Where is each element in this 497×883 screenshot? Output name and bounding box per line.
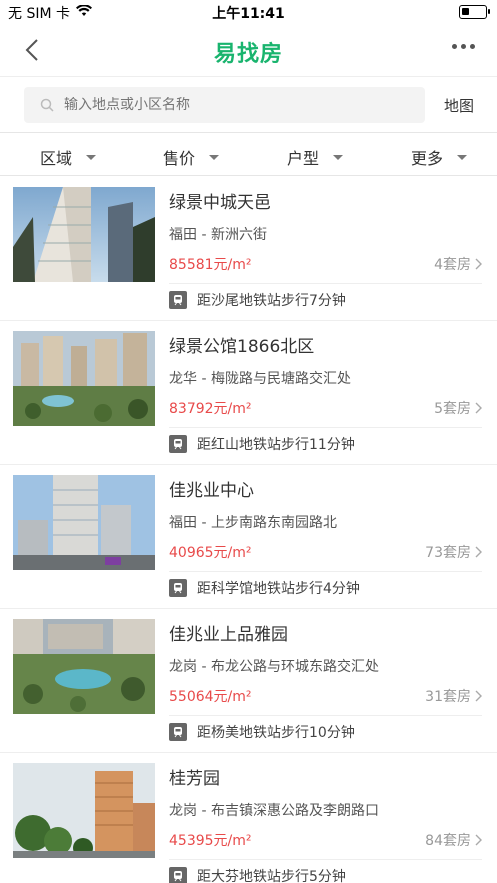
metro-text: 距沙尾地铁站步行7分钟: [197, 292, 346, 309]
caret-down-icon: [333, 154, 344, 160]
filter-area[interactable]: 区域: [40, 145, 97, 169]
filter-label: 售价: [163, 149, 196, 168]
listing-item[interactable]: 绿景中城天邑 福田 - 新洲六街 85581元/m² 4套房 距沙尾地铁站步行7…: [0, 177, 497, 321]
battery-icon: [459, 5, 490, 19]
metro-info: 距大芬地铁站步行5分钟: [169, 859, 482, 883]
listing-price: 83792元/m²: [169, 401, 252, 417]
metro-text: 距科学馆地铁站步行4分钟: [197, 580, 360, 597]
listing-title: 佳兆业中心: [169, 481, 254, 501]
search-icon: [40, 98, 54, 112]
listing-title: 绿景公馆1866北区: [169, 337, 315, 357]
status-time: 上午11:41: [212, 6, 285, 22]
metro-icon: [169, 434, 187, 453]
caret-down-icon: [457, 154, 468, 160]
filter-bar: 区域 售价 户型 更多: [0, 132, 497, 176]
listing-location: 龙岗 - 布龙公路与环城东路交汇处: [169, 659, 379, 675]
listing-count: 5套房: [434, 398, 483, 418]
app-title: 易找房: [213, 42, 283, 67]
listing-price: 85581元/m²: [169, 257, 252, 273]
listing-location: 龙岗 - 布吉镇深惠公路及李朗路口: [169, 803, 379, 819]
filter-layout[interactable]: 户型: [287, 145, 344, 169]
metro-info: 距沙尾地铁站步行7分钟: [169, 283, 482, 315]
listing-title: 绿景中城天邑: [169, 193, 271, 213]
listing-count: 84套房: [425, 830, 483, 850]
listing-photo: [13, 619, 155, 714]
metro-icon: [169, 866, 187, 883]
listing-location: 龙华 - 梅陇路与民塘路交汇处: [169, 371, 351, 387]
listing-photo: [13, 475, 155, 570]
nav-bar: 易找房: [0, 24, 497, 76]
filter-more[interactable]: 更多: [411, 145, 468, 169]
listing-photo: [13, 763, 155, 858]
listing-count: 31套房: [425, 686, 483, 706]
listing-count-text: 31套房: [425, 689, 471, 705]
listing-item[interactable]: 佳兆业上品雅园 龙岗 - 布龙公路与环城东路交汇处 55064元/m² 31套房…: [0, 609, 497, 753]
search-row: 地图: [0, 76, 497, 132]
more-button[interactable]: [452, 44, 475, 49]
listing-count: 4套房: [434, 254, 483, 274]
chevron-right-icon: [475, 690, 482, 702]
metro-text: 距大芬地铁站步行5分钟: [197, 868, 346, 883]
listing-item[interactable]: 佳兆业中心 福田 - 上步南路东南园路北 40965元/m² 73套房 距科学馆…: [0, 465, 497, 609]
filter-label: 区域: [40, 149, 73, 168]
search-input[interactable]: [64, 97, 364, 113]
more-dot-icon: [470, 44, 475, 49]
listing-photo: [13, 331, 155, 426]
map-button[interactable]: 地图: [444, 95, 474, 116]
metro-text: 距红山地铁站步行11分钟: [197, 436, 355, 453]
more-dot-icon: [452, 44, 457, 49]
filter-price[interactable]: 售价: [163, 145, 220, 169]
chevron-right-icon: [475, 402, 482, 414]
listing-list: 绿景中城天邑 福田 - 新洲六街 85581元/m² 4套房 距沙尾地铁站步行7…: [0, 177, 497, 883]
listing-price: 45395元/m²: [169, 833, 252, 849]
metro-info: 距科学馆地铁站步行4分钟: [169, 571, 482, 603]
chevron-right-icon: [475, 258, 482, 270]
listing-count-text: 5套房: [434, 401, 471, 417]
listing-location: 福田 - 上步南路东南园路北: [169, 515, 337, 531]
metro-info: 距杨美地铁站步行10分钟: [169, 715, 482, 747]
metro-icon: [169, 578, 187, 597]
listing-title: 桂芳园: [169, 769, 220, 789]
chevron-right-icon: [475, 546, 482, 558]
listing-count-text: 4套房: [434, 257, 471, 273]
listing-photo: [13, 187, 155, 282]
metro-info: 距红山地铁站步行11分钟: [169, 427, 482, 459]
listing-price: 40965元/m²: [169, 545, 252, 561]
battery-level: [462, 8, 469, 15]
metro-icon: [169, 722, 187, 741]
listing-count-text: 73套房: [425, 545, 471, 561]
more-dot-icon: [461, 44, 466, 49]
listing-price: 55064元/m²: [169, 689, 252, 705]
filter-label: 更多: [411, 149, 444, 168]
listing-item[interactable]: 桂芳园 龙岗 - 布吉镇深惠公路及李朗路口 45395元/m² 84套房 距大芬…: [0, 753, 497, 883]
filter-label: 户型: [287, 149, 320, 168]
status-bar: 无 SIM 卡 上午11:41: [0, 0, 497, 24]
metro-text: 距杨美地铁站步行10分钟: [197, 724, 355, 741]
search-box[interactable]: [24, 87, 425, 123]
metro-icon: [169, 290, 187, 309]
listing-count: 73套房: [425, 542, 483, 562]
listing-location: 福田 - 新洲六街: [169, 227, 267, 243]
chevron-right-icon: [475, 834, 482, 846]
listing-item[interactable]: 绿景公馆1866北区 龙华 - 梅陇路与民塘路交汇处 83792元/m² 5套房…: [0, 321, 497, 465]
listing-count-text: 84套房: [425, 833, 471, 849]
listing-title: 佳兆业上品雅园: [169, 625, 288, 645]
caret-down-icon: [209, 154, 220, 160]
caret-down-icon: [86, 154, 97, 160]
